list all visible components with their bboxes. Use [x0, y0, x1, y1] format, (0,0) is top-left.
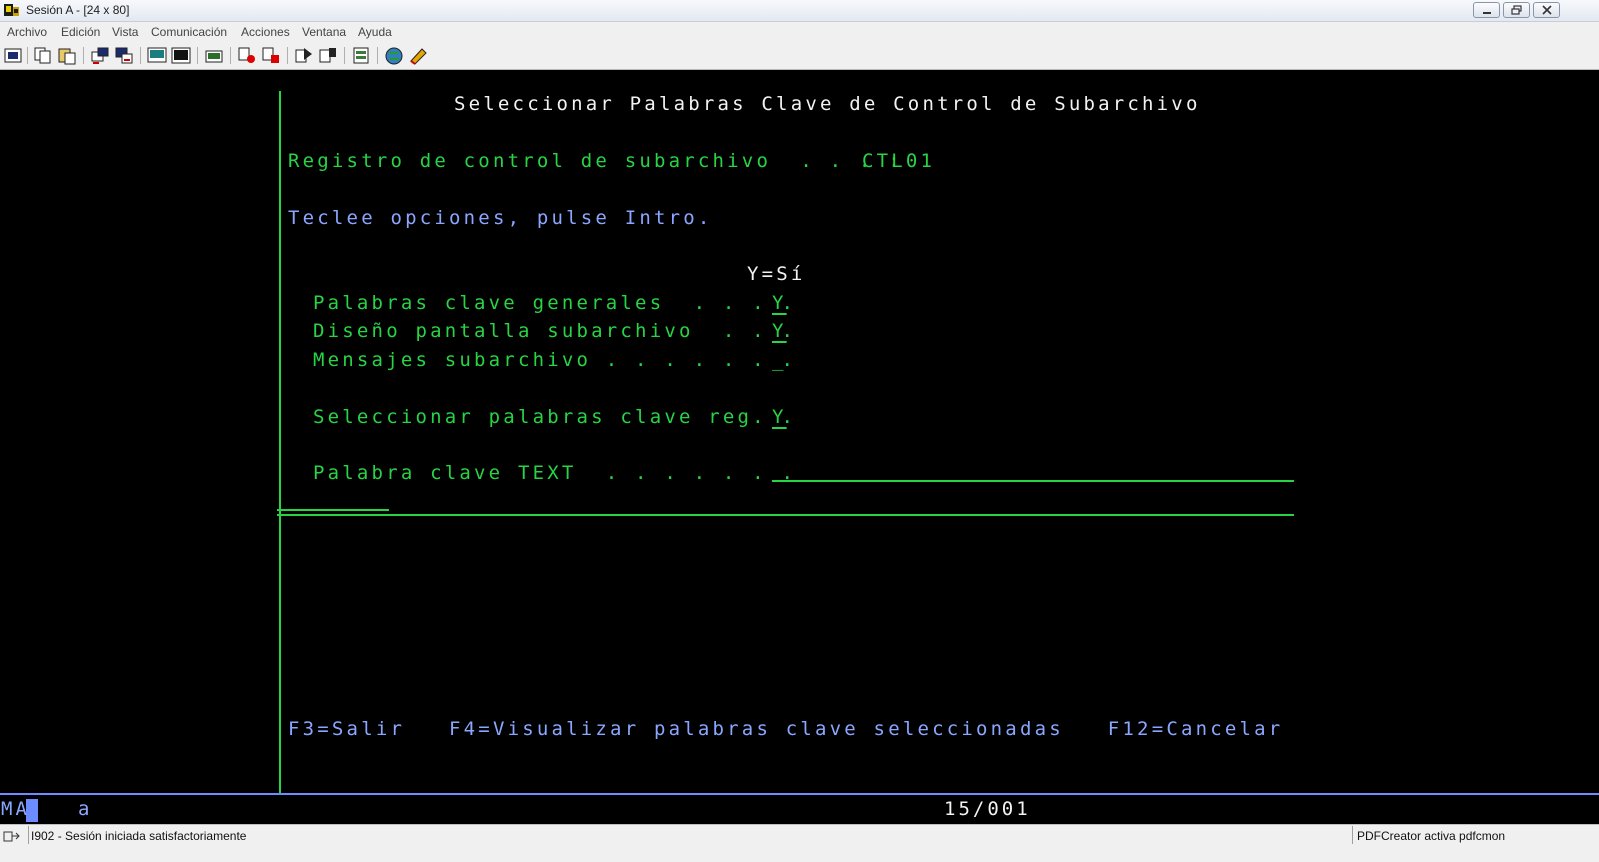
send-icon[interactable] — [90, 46, 110, 65]
option-label-general: Palabras clave generales . . . . — [313, 292, 797, 314]
record-label: Registro de control de subarchivo . . . … — [288, 150, 903, 172]
title-bar: Sesión A - [24 x 80] — [0, 0, 1599, 22]
close-button[interactable] — [1533, 2, 1560, 18]
text-keyword-field-line-continued[interactable] — [277, 509, 389, 511]
record-value: CTL01 — [862, 150, 936, 172]
option-input-record[interactable]: Y — [772, 407, 787, 427]
receive-icon[interactable] — [114, 46, 134, 65]
status-right-panel: PDFCreator activa pdfcmon — [1352, 826, 1596, 844]
menu-vista[interactable]: Vista — [112, 25, 138, 39]
restore-icon — [1511, 5, 1522, 15]
menu-ventana[interactable]: Ventana — [302, 25, 346, 39]
edit-icon[interactable] — [408, 46, 428, 65]
keyboard-icon[interactable] — [171, 46, 191, 65]
minimize-button[interactable] — [1473, 2, 1500, 18]
screen-title: Seleccionar Palabras Clave de Control de… — [454, 93, 1201, 115]
column-header: Y=Sí — [747, 263, 806, 285]
toolbar-separator — [287, 47, 288, 64]
print-screen-icon[interactable] — [3, 46, 23, 65]
window-border-left — [279, 91, 281, 793]
option-label-design: Diseño pantalla subarchivo . . . — [313, 320, 797, 342]
play-macro-icon[interactable] — [294, 46, 314, 65]
restore-button[interactable] — [1503, 2, 1530, 18]
option-label-record: Seleccionar palabras clave reg. . — [313, 406, 797, 428]
menu-bar: Archivo Edición Vista Comunicación Accio… — [0, 22, 1599, 42]
toolbar-separator — [197, 47, 198, 64]
toolbar-separator — [140, 47, 141, 64]
menu-edicion[interactable]: Edición — [61, 25, 100, 39]
display-icon[interactable] — [147, 46, 167, 65]
clipboard-icon[interactable] — [351, 46, 371, 65]
text-keyword-label: Palabra clave TEXT . . . . . . . — [313, 462, 797, 484]
terminal-screen[interactable]: Seleccionar Palabras Clave de Control de… — [0, 70, 1599, 793]
record-macro-icon[interactable] — [237, 46, 257, 65]
option-label-messages: Mensajes subarchivo . . . . . . . — [313, 349, 797, 371]
function-keys: F3=Salir F4=Visualizar palabras clave se… — [288, 718, 1284, 740]
option-input-design[interactable]: Y — [772, 321, 787, 341]
window-separator-line — [277, 514, 1294, 516]
toolbar — [0, 42, 1599, 70]
status-divider — [28, 826, 29, 844]
toolbar-separator — [27, 47, 28, 64]
text-keyword-field-line[interactable] — [772, 480, 1294, 482]
mode-indicator: MA — [1, 798, 30, 820]
menu-ayuda[interactable]: Ayuda — [358, 25, 392, 39]
option-input-general[interactable]: Y — [772, 293, 787, 313]
globe-icon[interactable] — [384, 46, 404, 65]
operator-info-area: MA a 15/001 — [0, 793, 1599, 825]
minimize-icon — [1483, 12, 1491, 14]
toolbar-separator — [83, 47, 84, 64]
pause-macro-icon[interactable] — [318, 46, 338, 65]
close-icon — [1542, 5, 1552, 15]
cursor-position: 15/001 — [944, 798, 1031, 820]
window-title: Sesión A - [24 x 80] — [26, 3, 130, 17]
paste-icon[interactable] — [57, 46, 77, 65]
copy-icon[interactable] — [33, 46, 53, 65]
toolbar-separator — [230, 47, 231, 64]
app-icon — [4, 4, 19, 16]
toolbar-separator — [344, 47, 345, 64]
status-message: I902 - Sesión iniciada satisfactoriament… — [31, 829, 247, 843]
menu-acciones[interactable]: Acciones — [241, 25, 290, 39]
input-indicator: a — [78, 798, 93, 820]
status-bar: I902 - Sesión iniciada satisfactoriament… — [0, 824, 1599, 862]
menu-comunicacion[interactable]: Comunicación — [151, 25, 227, 39]
instructions: Teclee opciones, pulse Intro. — [288, 207, 713, 229]
macro-icon[interactable] — [204, 46, 224, 65]
option-input-messages[interactable]: _ — [772, 350, 787, 370]
stop-macro-icon[interactable] — [261, 46, 281, 65]
toolbar-separator — [377, 47, 378, 64]
session-status-icon — [3, 831, 20, 842]
menu-archivo[interactable]: Archivo — [7, 25, 47, 39]
